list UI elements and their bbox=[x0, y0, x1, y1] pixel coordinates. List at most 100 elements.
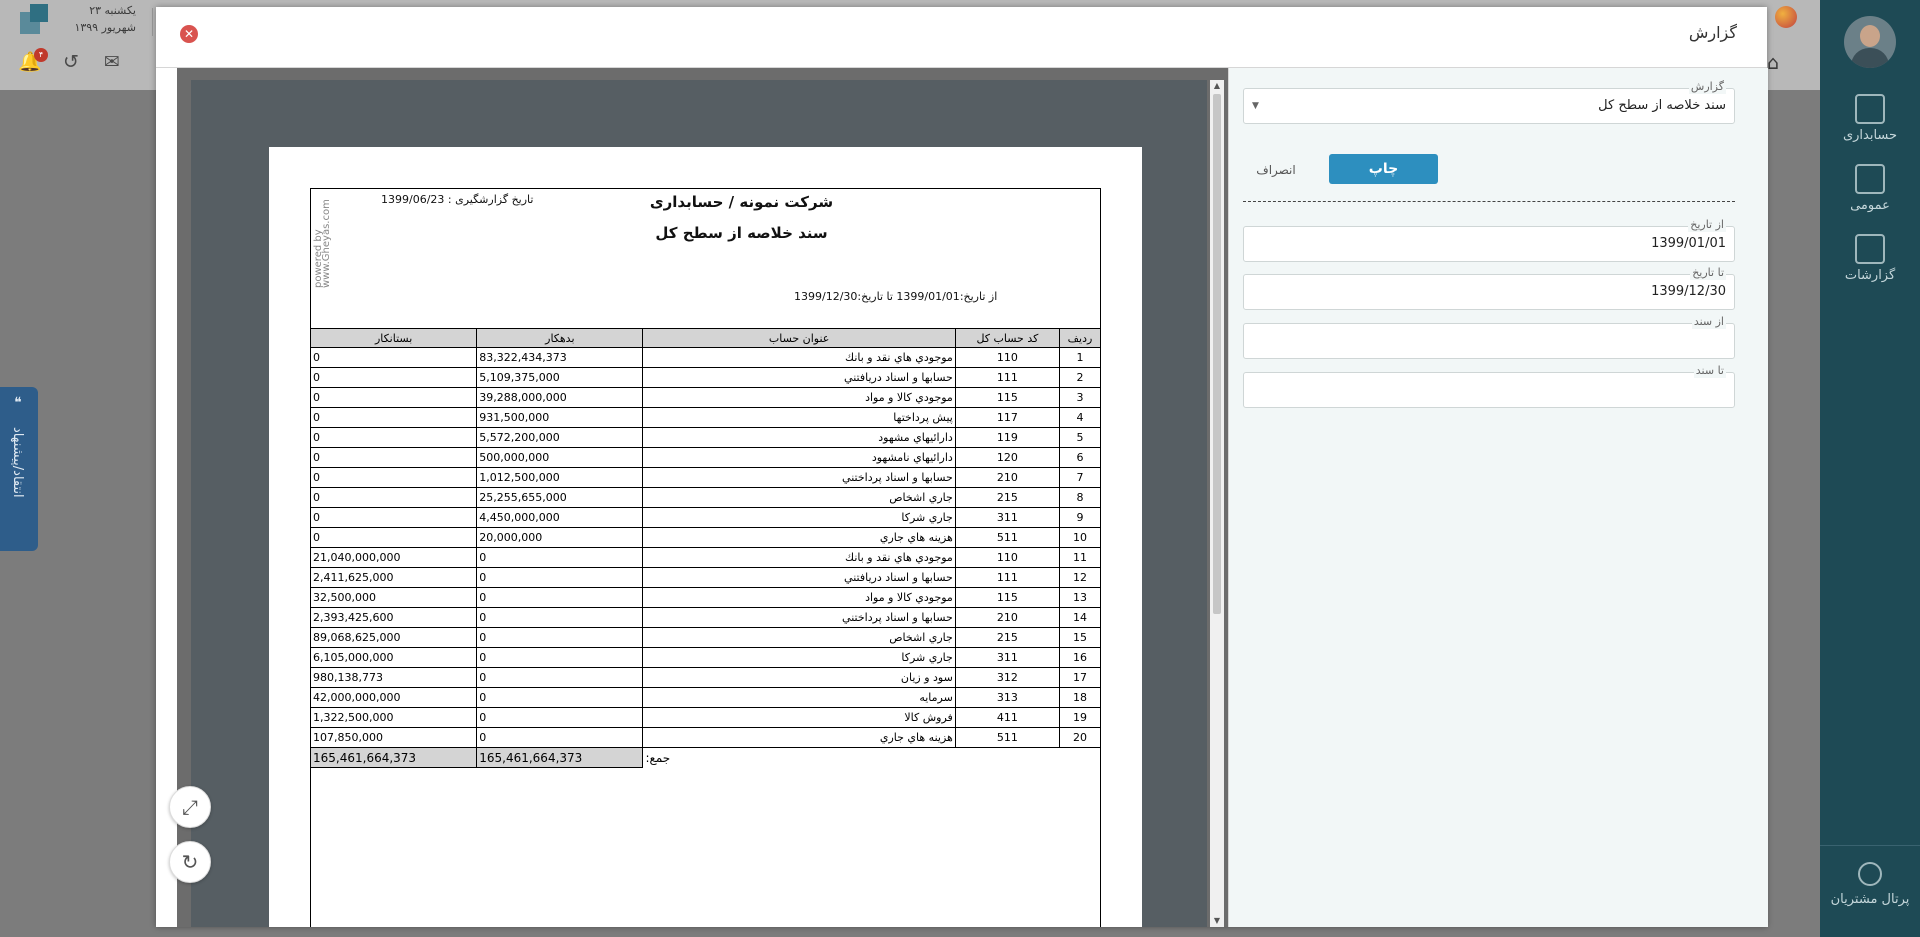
to-doc-label: تا سند bbox=[1693, 364, 1726, 378]
cell-credit: 0 bbox=[309, 347, 478, 368]
scroll-down-icon[interactable]: ▼ bbox=[1210, 915, 1224, 927]
cell-account-title: هزينه هاي جاري bbox=[642, 727, 956, 748]
company-title: شرکت نمونه / حسابداری bbox=[649, 193, 834, 211]
table-row: 3 115 موجودي كالا و مواد 39,288,000,000 0 bbox=[309, 387, 1102, 408]
to-doc-field[interactable]: تا سند bbox=[1243, 364, 1735, 408]
from-date-value: 1399/01/01 bbox=[1651, 236, 1726, 251]
cell-account-title: جاري شركا bbox=[642, 647, 956, 668]
cell-credit: 0 bbox=[309, 427, 478, 448]
cell-account-code: 115 bbox=[954, 387, 1060, 408]
table-row: 2 111 حسابها و اسناد دريافتني 5,109,375,000… bbox=[309, 367, 1102, 388]
viewer-scrollbar[interactable]: ▲ ▼ bbox=[1210, 80, 1224, 927]
print-button[interactable]: چاپ bbox=[1329, 154, 1438, 184]
refresh-button[interactable]: ↻ bbox=[169, 841, 211, 883]
cell-credit: 0 bbox=[309, 507, 478, 528]
from-doc-label: از سند bbox=[1691, 315, 1726, 329]
cell-credit: 42,000,000,000 bbox=[309, 687, 478, 708]
col-header-account-code: کد حساب کل bbox=[954, 328, 1060, 348]
scroll-thumb[interactable] bbox=[1213, 94, 1221, 614]
report-title: سند خلاصه از سطح کل bbox=[655, 224, 828, 242]
cell-credit: 0 bbox=[309, 367, 478, 388]
sidebar-divider bbox=[1820, 845, 1920, 846]
cell-credit: 0 bbox=[309, 407, 478, 428]
notification-badge: ۴ bbox=[34, 48, 48, 62]
cell-row-number: 4 bbox=[1058, 407, 1102, 428]
cell-row-number: 7 bbox=[1058, 467, 1102, 488]
cell-row-number: 12 bbox=[1058, 567, 1102, 588]
cell-row-number: 11 bbox=[1058, 547, 1102, 568]
report-select[interactable]: گزارش سند خلاصه از سطح کل ▼ bbox=[1243, 80, 1735, 124]
cell-account-code: 215 bbox=[954, 627, 1060, 648]
date-line1: یکشنبه ۲۳ bbox=[89, 4, 136, 17]
cell-debit: 39,288,000,000 bbox=[476, 387, 644, 408]
from-doc-field[interactable]: از سند bbox=[1243, 315, 1735, 359]
feedback-icon: ❝ bbox=[14, 395, 22, 411]
cell-account-code: 111 bbox=[954, 567, 1060, 588]
cancel-button[interactable]: انصراف bbox=[1241, 159, 1311, 181]
to-date-field[interactable]: تا تاریخ 1399/12/30 bbox=[1243, 266, 1735, 310]
table-row: 9 311 جاري شركا 4,450,000,000 0 bbox=[309, 507, 1102, 528]
cell-row-number: 2 bbox=[1058, 367, 1102, 388]
col-header-row: ردیف bbox=[1058, 328, 1102, 348]
feedback-tab[interactable]: ❝ انتقاد/پیشنهاد bbox=[0, 387, 38, 551]
cell-row-number: 3 bbox=[1058, 387, 1102, 408]
cell-account-code: 111 bbox=[954, 367, 1060, 388]
sidebar-item-reports[interactable]: گزارشات bbox=[1820, 234, 1920, 283]
user-orb-icon[interactable] bbox=[1775, 6, 1797, 28]
history-icon[interactable]: ↺ bbox=[59, 50, 83, 74]
col-header-account-title: عنوان حساب bbox=[642, 328, 956, 348]
chevron-down-icon[interactable]: ▼ bbox=[1252, 101, 1259, 111]
cell-account-title: دارائيهاي نامشهود bbox=[642, 447, 956, 468]
from-date-field[interactable]: از تاریخ 1399/01/01 bbox=[1243, 218, 1735, 262]
cell-debit: 500,000,000 bbox=[476, 447, 644, 468]
report-viewer: powered by www.Gheyas.com شرکت نمونه / ح… bbox=[169, 68, 1228, 927]
total-spacer bbox=[1059, 748, 1100, 768]
cell-row-number: 8 bbox=[1058, 487, 1102, 508]
table-row: 11 110 موجودي هاي نقد و بانك 0 21,040,000,00… bbox=[309, 547, 1102, 568]
cell-account-title: هزينه هاي جاري bbox=[642, 527, 956, 548]
scroll-up-icon[interactable]: ▲ bbox=[1210, 80, 1224, 92]
cell-row-number: 16 bbox=[1058, 647, 1102, 668]
cell-credit: 0 bbox=[309, 467, 478, 488]
table-row: 7 210 حسابها و اسناد پرداختني 1,012,500,000… bbox=[309, 467, 1102, 488]
cell-account-title: موجودي هاي نقد و بانك bbox=[642, 547, 956, 568]
cell-debit: 0 bbox=[476, 687, 644, 708]
table-row: 5 119 دارائيهاي مشهود 5,572,200,000 0 bbox=[309, 427, 1102, 448]
chat-icon[interactable]: ✉ bbox=[100, 50, 124, 74]
fullscreen-button[interactable]: ⤢ bbox=[169, 786, 211, 828]
report-date: تاریخ گزارشگیری : 1399/06/23 bbox=[381, 193, 534, 206]
col-header-credit: بستانکار bbox=[309, 328, 478, 348]
avatar[interactable] bbox=[1844, 16, 1896, 68]
report-select-label: گزارش bbox=[1688, 80, 1726, 94]
cell-debit: 0 bbox=[476, 587, 644, 608]
date-range: از تاریخ:1399/01/01 تا تاریخ:1399/12/30 bbox=[794, 290, 998, 303]
cell-credit: 2,393,425,600 bbox=[309, 607, 478, 628]
cell-row-number: 6 bbox=[1058, 447, 1102, 468]
cell-account-code: 110 bbox=[954, 347, 1060, 368]
col-header-debit: بدهکار bbox=[476, 328, 644, 348]
cell-debit: 4,450,000,000 bbox=[476, 507, 644, 528]
cell-credit: 0 bbox=[309, 387, 478, 408]
report-page: powered by www.Gheyas.com شرکت نمونه / ح… bbox=[269, 147, 1142, 927]
table-row: 1 110 موجودي هاي نقد و بانك 83,322,434,373 0 bbox=[309, 347, 1102, 368]
cell-account-title: پيش پرداختها bbox=[642, 407, 956, 428]
close-button[interactable]: ✕ bbox=[180, 25, 198, 43]
sidebar-item-accounting[interactable]: حسابداری bbox=[1820, 94, 1920, 143]
cell-account-title: حسابها و اسناد دريافتني bbox=[642, 567, 956, 588]
cell-account-code: 511 bbox=[954, 527, 1060, 548]
total-label: جمع: bbox=[645, 750, 671, 765]
cell-debit: 931,500,000 bbox=[476, 407, 644, 428]
report-select-value: سند خلاصه از سطح کل bbox=[1598, 98, 1726, 113]
sidebar-item-customer-portal[interactable]: پرتال مشتریان bbox=[1820, 862, 1920, 907]
report-form: گزارش سند خلاصه از سطح کل ▼ چاپ انصراف ا… bbox=[1228, 68, 1768, 927]
cell-account-code: 411 bbox=[954, 707, 1060, 728]
cell-credit: 32,500,000 bbox=[309, 587, 478, 608]
cell-account-code: 115 bbox=[954, 587, 1060, 608]
cell-account-title: دارائيهاي مشهود bbox=[642, 427, 956, 448]
cell-account-title: حسابها و اسناد پرداختني bbox=[642, 607, 956, 628]
cell-row-number: 1 bbox=[1058, 347, 1102, 368]
cell-debit: 20,000,000 bbox=[476, 527, 644, 548]
expand-icon: ⤢ bbox=[182, 795, 198, 819]
powered-by: powered by www.Gheyas.com bbox=[313, 199, 332, 288]
sidebar-item-general[interactable]: عمومی bbox=[1820, 164, 1920, 213]
